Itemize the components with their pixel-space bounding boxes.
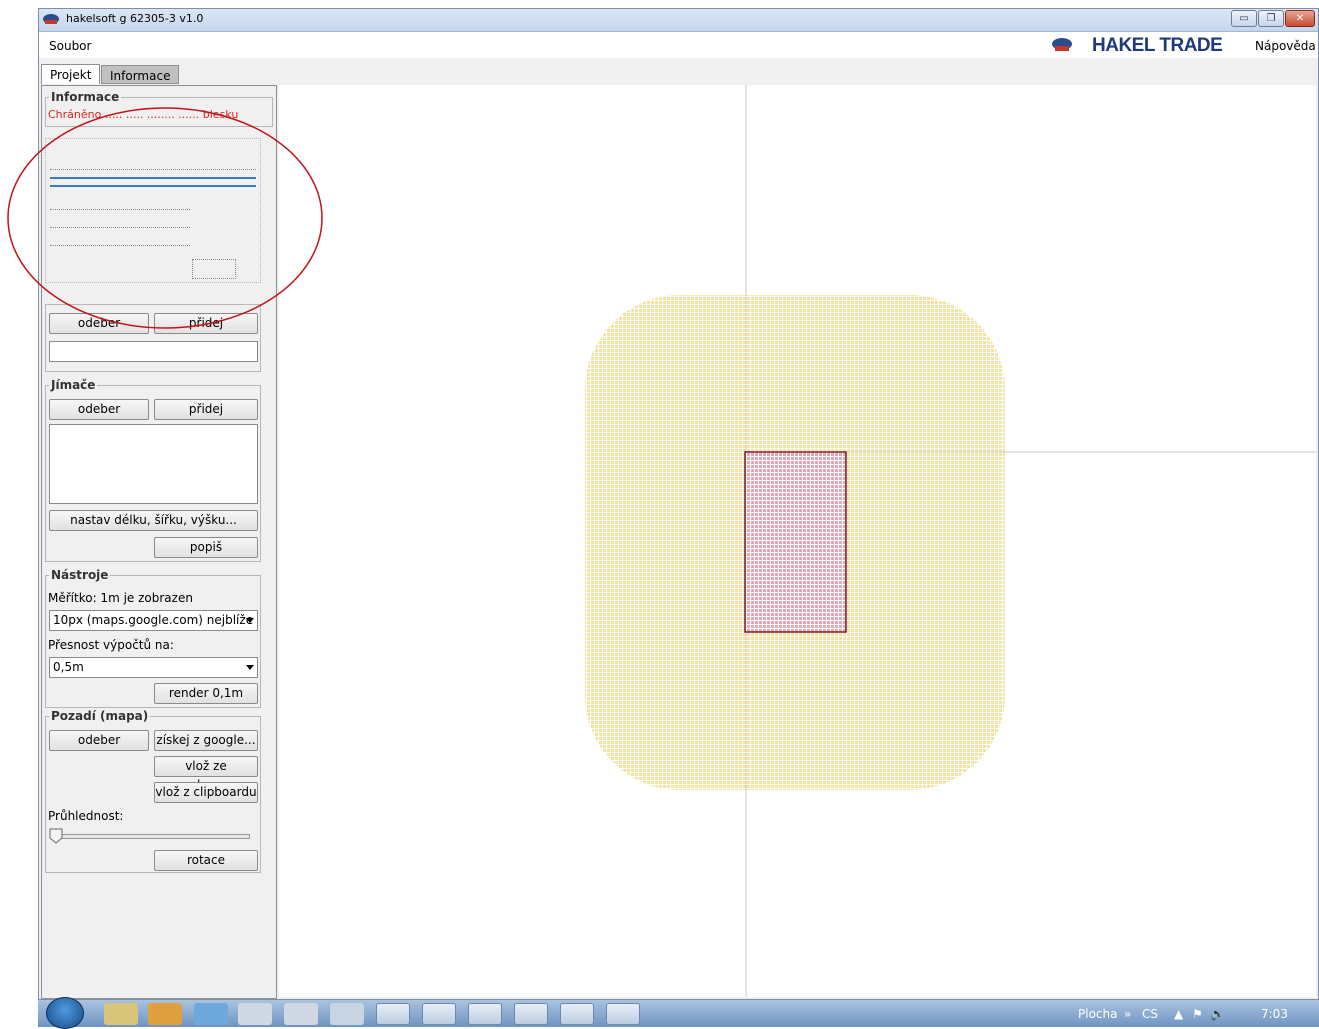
window-title: hakelsoft g 62305-3 v1.0 <box>66 12 204 25</box>
clock[interactable]: 7:03 <box>1261 1007 1288 1021</box>
explorer-icon[interactable] <box>104 1003 138 1025</box>
media-player-icon[interactable] <box>148 1003 182 1025</box>
catchers-list[interactable] <box>49 424 258 504</box>
taskbar: Plocha » CS ▲ ⚑ 🔈 7:03 <box>38 997 1319 1029</box>
opacity-slider-track[interactable] <box>52 834 250 839</box>
precision-label: Přesnost výpočtů na: <box>48 638 174 652</box>
desktop-toolbar[interactable]: Plocha <box>1078 1007 1117 1021</box>
title-bar: hakelsoft g 62305-3 v1.0 ▭ ❐ ✕ <box>39 9 1318 32</box>
from-file-button[interactable]: vlož ze souboru... <box>154 756 258 792</box>
language-indicator[interactable]: CS <box>1142 1007 1158 1021</box>
close-button[interactable]: ✕ <box>1285 10 1315 27</box>
skype-icon[interactable] <box>514 1003 548 1025</box>
brand-logo-icon <box>1052 38 1072 51</box>
toolbar-more[interactable]: » <box>1124 1007 1131 1021</box>
app-window-icon[interactable] <box>422 1003 456 1025</box>
restore-button[interactable]: ❐ <box>1258 10 1284 27</box>
background-remove-button[interactable]: odeber <box>49 730 149 751</box>
from-clipboard-button[interactable]: vlož z clipboardu <box>154 782 258 803</box>
brand-name: HAKEL TRADE <box>1092 35 1223 56</box>
chevron-down-icon <box>246 618 254 623</box>
building-object[interactable] <box>744 451 847 633</box>
scale-select[interactable]: 10px (maps.google.com) nejblíže <box>49 610 258 631</box>
hakel-taskbar-icon[interactable] <box>560 1003 594 1025</box>
calculator-icon[interactable] <box>330 1003 364 1025</box>
volume-icon[interactable]: 🔈 <box>1210 1007 1225 1021</box>
tab-projekt[interactable]: Projekt <box>41 64 101 84</box>
map-canvas[interactable] <box>279 85 1316 997</box>
menu-bar: Soubor HAKEL TRADE Nápověda <box>39 32 1318 58</box>
objects-field[interactable] <box>49 341 258 362</box>
catchers-add-button[interactable]: přidej <box>154 399 258 420</box>
from-google-button[interactable]: získej z google... <box>154 730 258 751</box>
tray-arrow-icon[interactable]: ▲ <box>1174 1007 1183 1021</box>
describe-button[interactable]: popiš <box>154 537 258 558</box>
background-group-title: Pozadí (mapa) <box>49 709 151 723</box>
precision-select[interactable]: 0,5m <box>49 657 258 678</box>
app-logo-icon <box>43 14 59 24</box>
opacity-slider-thumb[interactable] <box>49 828 63 844</box>
drawing-area[interactable] <box>279 85 1316 997</box>
action-center-flag-icon[interactable]: ⚑ <box>1192 1007 1203 1021</box>
word-icon[interactable] <box>606 1003 640 1025</box>
catchers-group: Jímače odeber přidej nastav délku, šířku… <box>45 378 261 562</box>
set-dimensions-button[interactable]: nastav délku, šířku, výšku... <box>49 510 258 531</box>
catchers-remove-button[interactable]: odeber <box>49 399 149 420</box>
ie-icon[interactable] <box>194 1003 228 1025</box>
menu-file[interactable]: Soubor <box>49 39 91 53</box>
hakel-app-icon[interactable] <box>284 1003 318 1025</box>
minimize-button[interactable]: ▭ <box>1231 10 1257 27</box>
tab-informace[interactable]: Informace <box>101 65 180 84</box>
render-button[interactable]: render 0,1m <box>154 683 258 704</box>
tools-group-title: Nástroje <box>49 568 111 582</box>
rotate-button[interactable]: rotace <box>154 850 258 871</box>
menu-help[interactable]: Nápověda <box>1255 39 1316 53</box>
chevron-down-icon <box>246 665 254 670</box>
catchers-group-title: Jímače <box>49 378 98 392</box>
background-group: Pozadí (mapa) odeber získej z google... … <box>45 709 261 873</box>
opacity-label: Průhlednost: <box>48 809 124 823</box>
chrome-icon[interactable] <box>468 1003 502 1025</box>
tools-group: Nástroje Měřítko: 1m je zobrazen 10px (m… <box>45 568 261 708</box>
hakel-app-icon[interactable] <box>238 1003 272 1025</box>
scale-label: Měřítko: 1m je zobrazen <box>48 591 193 605</box>
start-button[interactable] <box>46 997 84 1029</box>
annotation-ellipse <box>7 107 323 329</box>
precision-select-value: 0,5m <box>53 660 84 674</box>
firefox-icon[interactable] <box>376 1003 410 1025</box>
scale-select-value: 10px (maps.google.com) nejblíže <box>53 613 254 627</box>
